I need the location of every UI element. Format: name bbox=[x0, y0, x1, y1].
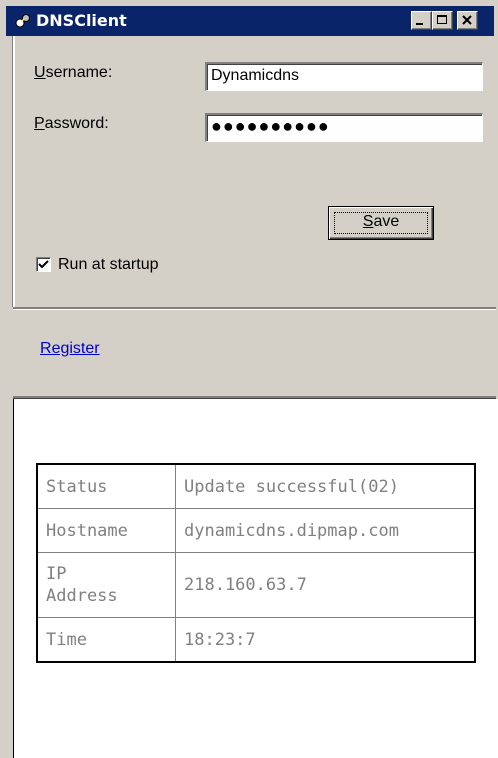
checkmark-icon bbox=[38, 260, 49, 269]
panel-edge bbox=[12, 36, 13, 307]
register-access-key: R bbox=[40, 340, 52, 357]
ip-key-line2: Address bbox=[46, 586, 118, 606]
table-row: Time 18:23:7 bbox=[36, 617, 476, 663]
status-key: Status bbox=[36, 463, 176, 509]
panel-separator bbox=[13, 307, 496, 310]
register-link-text: egister bbox=[51, 340, 100, 357]
run-at-startup-label[interactable]: Run at startup bbox=[58, 256, 159, 274]
password-label-text: assword: bbox=[44, 115, 109, 132]
maximize-button[interactable] bbox=[432, 11, 453, 30]
close-icon bbox=[462, 15, 472, 25]
register-link[interactable]: Register bbox=[40, 340, 100, 358]
password-input[interactable]: ●●●●●●●●●● bbox=[205, 113, 483, 142]
run-at-startup-checkbox[interactable] bbox=[36, 257, 51, 272]
save-access-key: S bbox=[362, 213, 374, 230]
table-row: Hostname dynamicdns.dipmap.com bbox=[36, 508, 476, 553]
dnsclient-window: DNSClient Username: Dynamicdns Password:… bbox=[0, 0, 498, 758]
password-access-key: P bbox=[34, 115, 45, 132]
username-label: Username: bbox=[34, 64, 112, 82]
save-label-text: ave bbox=[373, 213, 400, 230]
ip-address-value: 218.160.63.7 bbox=[175, 552, 476, 618]
ip-address-key: IP Address bbox=[36, 552, 176, 618]
username-access-key: U bbox=[34, 64, 46, 81]
save-button[interactable]: Save bbox=[328, 206, 434, 240]
username-input[interactable]: Dynamicdns bbox=[205, 62, 483, 91]
table-row: Status Update successful(02) bbox=[36, 463, 476, 509]
status-table: Status Update successful(02) Hostname dy… bbox=[36, 463, 476, 663]
window-title: DNSClient bbox=[36, 11, 127, 30]
minimize-icon bbox=[416, 23, 423, 25]
ip-key-line1: IP bbox=[46, 564, 67, 584]
time-value: 18:23:7 bbox=[175, 617, 476, 663]
table-row: IP Address 218.160.63.7 bbox=[36, 552, 476, 618]
username-label-text: sername: bbox=[45, 64, 113, 81]
maximize-icon bbox=[437, 15, 447, 24]
hostname-key: Hostname bbox=[36, 508, 176, 553]
title-bar[interactable]: DNSClient bbox=[6, 6, 494, 36]
save-button-label: Save bbox=[329, 213, 433, 231]
app-network-icon bbox=[14, 12, 32, 30]
minimize-button[interactable] bbox=[411, 11, 432, 30]
hostname-value: dynamicdns.dipmap.com bbox=[175, 508, 476, 553]
status-value: Update successful(02) bbox=[175, 463, 476, 509]
close-button[interactable] bbox=[457, 11, 478, 30]
password-label: Password: bbox=[34, 115, 109, 133]
time-key: Time bbox=[36, 617, 176, 663]
